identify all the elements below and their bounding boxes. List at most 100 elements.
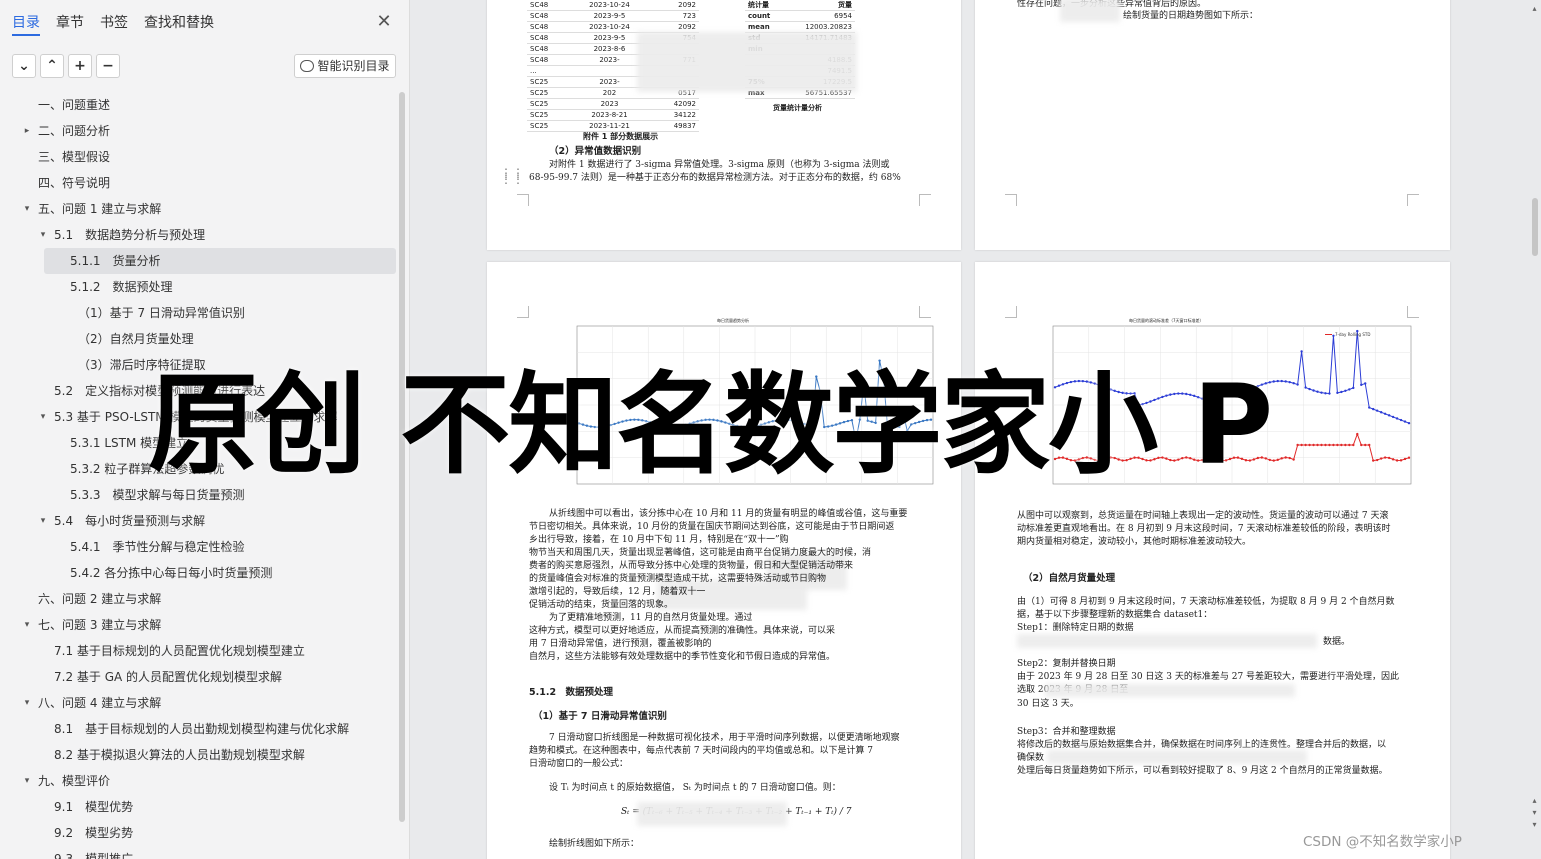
step-line: 30 日这 3 天。 — [1017, 699, 1079, 709]
page-corner-mark — [517, 306, 529, 318]
toc-item[interactable]: 九、模型评价 ▾ — [0, 768, 398, 794]
close-sidebar-button[interactable]: ✕ — [374, 12, 394, 32]
series-point — [1324, 392, 1327, 395]
table-cell: 12003.20823 — [783, 21, 855, 34]
toc-item-label: 8.1 基于目标规划的人员出勤规划模型构建与优化求解 — [54, 722, 350, 736]
toc-item[interactable]: 9.2 模型劣势 — [0, 820, 398, 846]
section-heading: 5.1.2 数据预处理 — [529, 687, 614, 698]
collapse-all-button[interactable]: ⌄ — [12, 54, 36, 78]
table-row: SC48 2023-10-24 2092 — [527, 21, 699, 34]
para-line: 动标准差更直观地看出。在 8 月初到 9 月末这段时间，7 天滚动标准差较低的阶… — [1017, 524, 1391, 534]
toc-item[interactable]: 六、问题 2 建立与求解 — [0, 586, 398, 612]
toc-item[interactable]: （1）基于 7 日滑动异常值识别 — [0, 300, 398, 326]
scroll-thumb[interactable] — [1532, 198, 1538, 256]
toc-item[interactable]: 四、符号说明 — [0, 170, 398, 196]
toc-item[interactable]: 8.1 基于目标规划的人员出勤规划模型构建与优化求解 — [0, 716, 398, 742]
toc-item[interactable]: 5.4.2 各分拣中心每日每小时货量预测 — [0, 560, 398, 586]
toc-item-label: 九、模型评价 — [38, 774, 111, 788]
page-2: 性存在问题，一步分析这些异常值背后的原因。 绘制货量的日期趋势图如下所示： — [975, 0, 1450, 250]
blurred-region — [1017, 634, 1317, 648]
para-line: 激增引起的，导致后续，12 月，随着双十一 — [529, 587, 706, 597]
series-point — [1379, 457, 1383, 460]
series-point — [1300, 350, 1303, 353]
toc-item[interactable]: 八、问题 4 建立与求解 ▾ — [0, 690, 398, 716]
table-row: mean 12003.20823 — [745, 21, 855, 34]
toc-item[interactable]: （2）自然月货量处理 — [0, 326, 398, 352]
toc-item-label: 9.3 模型推广 — [54, 852, 134, 859]
scroll-page-down-icon[interactable]: ▾ — [1530, 808, 1539, 817]
series-point — [1296, 443, 1299, 447]
expand-toggle-icon[interactable]: ▾ — [38, 222, 48, 248]
toc-item[interactable]: 7.2 基于 GA 的人员配置优化规划模型求解 — [0, 664, 398, 690]
series-point — [1352, 443, 1355, 447]
page-corner-mark — [1407, 306, 1419, 318]
toc-item-label: 五、问题 1 建立与求解 — [38, 202, 162, 216]
toc-item[interactable]: 5.4 每小时货量预测与求解 ▾ — [0, 508, 398, 534]
collapsed-toggle-icon[interactable]: ▸ — [22, 118, 32, 144]
toc-item[interactable]: 一、问题重述 — [0, 92, 398, 118]
series-point — [1403, 457, 1407, 461]
series-point — [1407, 456, 1411, 459]
expand-toggle-icon[interactable]: ▾ — [22, 196, 32, 222]
toc-item[interactable]: 5.1.2 数据预处理 — [0, 274, 398, 300]
toc-item[interactable]: 二、问题分析 ▸ — [0, 118, 398, 144]
series-point — [1288, 456, 1291, 460]
step-line: Step2：复制并替换日期 — [1017, 659, 1116, 669]
toc-item[interactable]: 9.3 模型推广 — [0, 846, 398, 859]
series-point — [1344, 389, 1347, 393]
table-header-row: 统计量 货量 — [745, 0, 855, 12]
page-corner-mark — [1407, 194, 1419, 206]
page-corner-mark — [919, 194, 931, 206]
toc-item[interactable]: 9.1 模型优势 — [0, 794, 398, 820]
series-point — [1383, 456, 1387, 459]
tab-bookmarks[interactable]: 书签 — [100, 12, 128, 36]
step-line: 处理后每日货量趋势如下所示，可以看到较好提取了 8、9 月这 2 个自然月的正常… — [1017, 766, 1388, 776]
table-cell: SC48 — [527, 21, 570, 34]
expand-all-button[interactable]: ⌃ — [40, 54, 64, 78]
toc-item[interactable]: 5.4.1 季节性分解与稳定性检验 — [0, 534, 398, 560]
step-line: 由于 2023 年 9 月 28 日至 30 日这 3 天的标准差与 27 号差… — [1017, 672, 1400, 682]
series-point — [1272, 380, 1275, 383]
toc-item[interactable]: 5.1.1 货量分析 — [44, 248, 396, 274]
para-line: 用 7 日滑动异常值，进行预测，覆盖被影响的 — [529, 639, 712, 649]
toc-item[interactable]: 七、问题 3 建立与求解 ▾ — [0, 612, 398, 638]
table-caption: 附件 1 部分数据展示 — [583, 132, 659, 141]
expand-toggle-icon[interactable]: ▾ — [22, 612, 32, 638]
table-cell: 2023-10-24 — [569, 21, 650, 34]
scroll-up-icon[interactable]: ▴ — [1530, 4, 1539, 13]
toc-item[interactable]: 5.1 数据趋势分析与预处理 ▾ — [0, 222, 398, 248]
smart-toc-button[interactable]: 智能识别目录 — [294, 54, 396, 78]
remove-heading-button[interactable]: − — [96, 54, 120, 78]
add-heading-button[interactable]: + — [68, 54, 92, 78]
series-point — [1336, 443, 1339, 447]
toc-item-label: 9.1 模型优势 — [54, 800, 134, 814]
tab-contents[interactable]: 目录 — [12, 12, 40, 36]
toc-item[interactable]: 三、模型假设 — [0, 144, 398, 170]
series-point — [1284, 380, 1287, 383]
toc-item[interactable]: 五、问题 1 建立与求解 ▾ — [0, 196, 398, 222]
series-point — [1280, 379, 1283, 383]
expand-toggle-icon[interactable]: ▾ — [22, 768, 32, 794]
document-scrollbar[interactable]: ▴ ▴ ▾ ▾ — [1528, 0, 1541, 859]
tab-sections[interactable]: 章节 — [56, 12, 84, 36]
toc-item[interactable]: 8.2 基于模拟退火算法的人员出勤规划模型求解 — [0, 742, 398, 768]
tab-find-replace[interactable]: 查找和替换 — [144, 12, 214, 36]
expand-toggle-icon[interactable]: ▾ — [38, 404, 48, 430]
table-row: SC48 2023-10-24 2092 — [527, 0, 699, 12]
sidebar-tabs: 目录 章节 书签 查找和替换 — [12, 12, 214, 36]
toc-item-label: 三、模型假设 — [38, 150, 111, 164]
drag-handle-icon[interactable]: ⋮⋮⋮⋮ — [500, 167, 524, 185]
expand-toggle-icon[interactable]: ▾ — [38, 508, 48, 534]
page-corner-mark — [1005, 306, 1017, 318]
series-point — [1368, 406, 1371, 409]
series-point — [1316, 443, 1319, 447]
scroll-down-icon[interactable]: ▾ — [1530, 820, 1539, 829]
smart-toc-label: 智能识别目录 — [317, 59, 390, 73]
table-cell: SC48 — [527, 32, 570, 45]
toc-item-label: 7.1 基于目标规划的人员配置优化规划模型建立 — [54, 644, 305, 658]
series-point — [1284, 456, 1287, 459]
table-cell: SC25 — [527, 87, 570, 100]
expand-toggle-icon[interactable]: ▾ — [22, 690, 32, 716]
toc-item[interactable]: 7.1 基于目标规划的人员配置优化规划模型建立 — [0, 638, 398, 664]
scroll-page-up-icon[interactable]: ▴ — [1530, 796, 1539, 805]
